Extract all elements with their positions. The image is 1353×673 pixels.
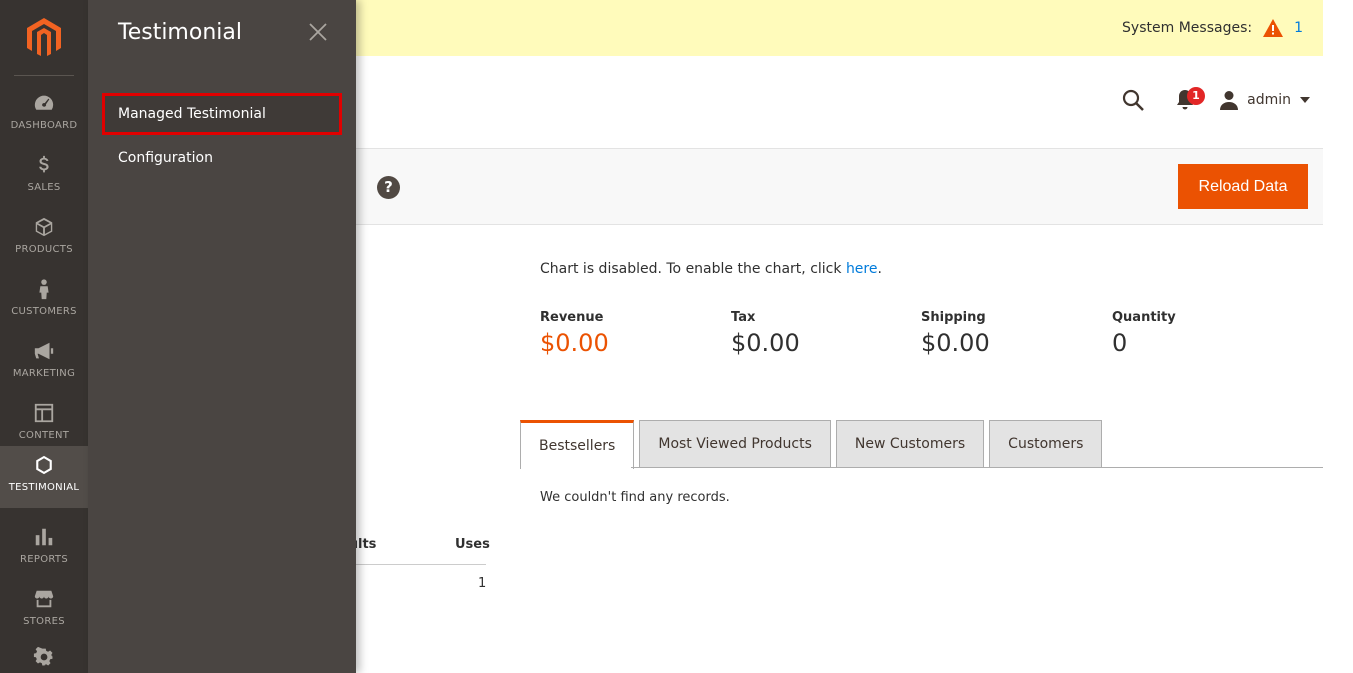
nav-customers-label: CUSTOMERS <box>11 306 77 317</box>
chart-disabled-message: Chart is disabled. To enable the chart, … <box>540 261 882 277</box>
enable-chart-link[interactable]: here <box>846 261 878 277</box>
nav-marketing[interactable]: MARKETING <box>0 332 88 394</box>
tab-customers[interactable]: Customers <box>989 420 1103 468</box>
warning-icon <box>1263 19 1284 37</box>
admin-user-menu[interactable]: admin <box>1219 90 1311 110</box>
stat-tax-value: $0.00 <box>731 329 800 357</box>
layout-icon <box>34 403 54 423</box>
page-actions-bar: ? Reload Data <box>356 148 1323 225</box>
dashboard-icon <box>34 95 54 110</box>
stat-revenue-value: $0.00 <box>540 329 609 357</box>
stat-shipping-label: Shipping <box>921 310 986 325</box>
stat-revenue: Revenue $0.00 <box>540 310 609 357</box>
table-header-divider <box>356 564 486 565</box>
nav-products[interactable]: PRODUCTS <box>0 208 88 270</box>
flyout-item-label: Managed Testimonial <box>118 106 266 122</box>
flyout-item-label: Configuration <box>118 150 213 166</box>
page-header: 1 admin <box>356 56 1323 148</box>
system-messages-count[interactable]: 1 <box>1294 20 1303 36</box>
dashboard-tabs: Bestsellers Most Viewed Products New Cus… <box>520 420 1107 469</box>
testimonial-flyout-menu: Testimonial Managed Testimonial Configur… <box>88 0 356 673</box>
nav-testimonial[interactable]: TESTIMONIAL <box>0 446 88 508</box>
system-messages-label: System Messages: <box>1122 20 1253 36</box>
chart-message-text: Chart is disabled. To enable the chart, … <box>540 261 846 277</box>
nav-dashboard-label: DASHBOARD <box>10 120 78 131</box>
page-right-margin <box>1323 0 1353 673</box>
store-icon <box>34 590 54 608</box>
nav-reports-label: REPORTS <box>20 554 68 565</box>
gear-icon <box>33 646 53 666</box>
chevron-down-icon <box>1300 97 1310 103</box>
tab-most-viewed-products[interactable]: Most Viewed Products <box>639 420 831 468</box>
search-icon[interactable] <box>1121 88 1145 112</box>
nav-content-label: CONTENT <box>18 430 70 441</box>
box-icon <box>35 217 53 237</box>
nav-sales[interactable]: SALES <box>0 146 88 208</box>
nav-sales-label: SALES <box>27 182 61 193</box>
flyout-item-configuration[interactable]: Configuration <box>102 137 342 179</box>
nav-system[interactable] <box>0 638 88 673</box>
hexagon-icon <box>36 455 52 475</box>
nav-products-label: PRODUCTS <box>15 244 73 255</box>
nav-customers[interactable]: CUSTOMERS <box>0 270 88 332</box>
system-messages-bar: System Messages: 1 <box>356 0 1323 56</box>
stat-quantity-label: Quantity <box>1112 310 1176 325</box>
user-icon <box>1220 91 1239 110</box>
close-icon[interactable] <box>308 22 328 42</box>
nav-reports[interactable]: REPORTS <box>0 518 88 580</box>
table-cell-uses: 1 <box>478 576 487 591</box>
bar-chart-icon <box>35 528 53 546</box>
tabs-divider <box>631 467 1323 468</box>
magento-logo-icon <box>27 17 61 56</box>
stat-revenue-label: Revenue <box>540 310 604 325</box>
nav-stores[interactable]: STORES <box>0 580 88 642</box>
flyout-title: Testimonial <box>118 20 242 45</box>
notification-badge[interactable]: 1 <box>1187 87 1205 105</box>
system-messages[interactable]: System Messages: 1 <box>1122 18 1303 38</box>
nav-testimonial-label: TESTIMONIAL <box>8 482 80 493</box>
stat-quantity-value: 0 <box>1112 329 1128 357</box>
stat-quantity: Quantity 0 <box>1112 310 1176 357</box>
megaphone-icon <box>34 342 54 360</box>
magento-logo[interactable] <box>14 0 74 76</box>
stat-shipping-value: $0.00 <box>921 329 990 357</box>
help-icon[interactable]: ? <box>377 176 400 199</box>
empty-records-message: We couldn't find any records. <box>540 490 730 505</box>
admin-username: admin <box>1247 92 1291 108</box>
nav-marketing-label: MARKETING <box>12 368 76 379</box>
person-icon <box>39 279 49 300</box>
flyout-item-managed-testimonial[interactable]: Managed Testimonial <box>102 93 342 135</box>
stat-tax: Tax $0.00 <box>731 310 800 357</box>
tab-bestsellers[interactable]: Bestsellers <box>520 420 635 469</box>
tab-new-customers[interactable]: New Customers <box>835 420 985 468</box>
admin-left-nav: DASHBOARD SALES PRODUCTS CUSTOMERS MARKE… <box>0 0 88 673</box>
dollar-icon <box>39 155 49 173</box>
table-header-uses: Uses <box>455 537 490 552</box>
chart-message-period: . <box>877 261 882 277</box>
nav-stores-label: STORES <box>23 616 65 627</box>
stat-shipping: Shipping $0.00 <box>921 310 990 357</box>
nav-dashboard[interactable]: DASHBOARD <box>0 84 88 146</box>
stat-tax-label: Tax <box>731 310 756 325</box>
reload-data-button[interactable]: Reload Data <box>1178 164 1308 209</box>
